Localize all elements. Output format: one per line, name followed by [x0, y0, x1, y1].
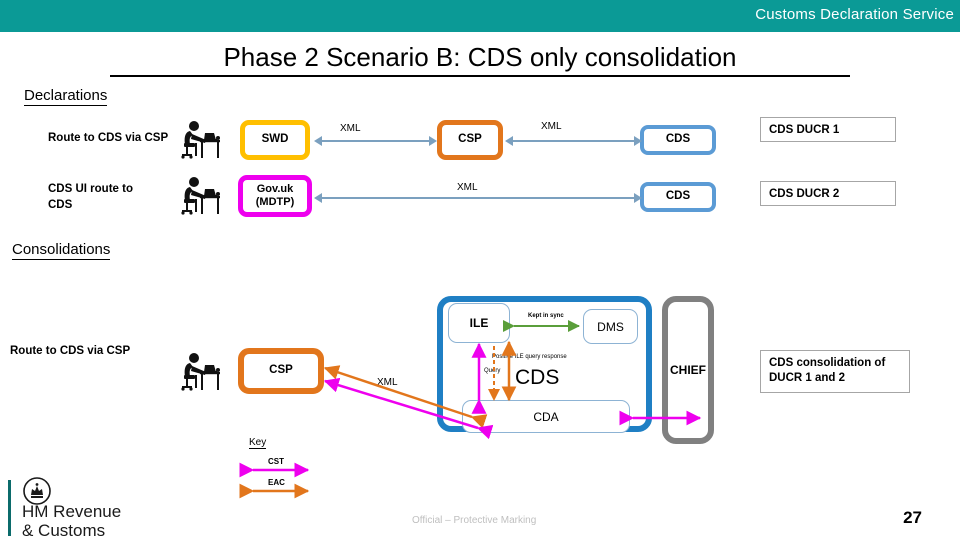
node-cds-row1[interactable]: CDS [640, 125, 716, 155]
node-cds-row2[interactable]: CDS [640, 182, 716, 212]
header-band: Customs Declaration Service [0, 0, 960, 32]
person-at-desk-icon [178, 118, 224, 164]
node-govuk-line2: (MDTP) [255, 196, 295, 208]
page-number: 27 [903, 508, 922, 527]
slide-canvas: Customs Declaration Service Phase 2 Scen… [0, 0, 960, 540]
arrowhead-left-mdtp [314, 193, 322, 203]
row-label-consolidation-route: Route to CDS via CSP [10, 345, 131, 357]
node-csp-label: CSP [458, 133, 482, 146]
key-label-eac: EAC [268, 478, 285, 487]
node-ile[interactable]: ILE [448, 303, 510, 343]
arrowhead-right-csp [429, 136, 437, 146]
node-csp-declarations[interactable]: CSP [437, 120, 503, 160]
person-at-desk-icon [178, 174, 224, 220]
cds-container-label: CDS [515, 366, 560, 389]
protective-marking: Official – Protective Marking [412, 515, 537, 526]
connector-csp-cds [512, 140, 640, 142]
node-swd[interactable]: SWD [240, 120, 310, 160]
service-title: Customs Declaration Service [755, 6, 954, 23]
section-heading-consolidations: Consolidations [12, 241, 111, 260]
node-chief[interactable]: CHIEF [662, 296, 714, 444]
node-dms[interactable]: DMS [583, 309, 638, 344]
node-chief-label: CHIEF [670, 363, 706, 377]
hmrc-line1: HM Revenue [22, 502, 122, 521]
callout-line1: CDS consolidation of [769, 357, 886, 369]
callout-line2: DUCR 1 and 2 [769, 371, 846, 384]
connector-swd-csp [322, 140, 432, 142]
arrowhead-right-cds1 [634, 136, 642, 146]
node-cda[interactable]: CDA [462, 400, 630, 433]
connector-label-xml-1: XML [340, 123, 361, 134]
hmrc-org-name: HM Revenue & Customs [22, 502, 121, 540]
node-csp-consolidation[interactable]: CSP [238, 348, 324, 394]
person-at-desk-icon [178, 350, 224, 396]
node-govuk-mdtp-label: Gov.uk (MDTP) [256, 183, 295, 209]
section-heading-declarations: Declarations [24, 87, 108, 106]
node-govuk-line1: Gov.uk [256, 182, 294, 195]
page-title: Phase 2 Scenario B: CDS only consolidati… [110, 42, 850, 77]
node-ile-label: ILE [469, 316, 489, 330]
node-cda-label: CDA [533, 409, 559, 424]
arrowhead-right-cds2 [634, 193, 642, 203]
label-positive-ile-query-response: Positive ILE query response [492, 354, 567, 360]
key-label-cst: CST [268, 457, 284, 466]
callout-cds-ducr-1: CDS DUCR 1 [760, 117, 896, 142]
node-cds-row1-label: CDS [665, 133, 691, 146]
arrowhead-left-swd [314, 136, 322, 146]
connector-label-xml-consolidation: XML [377, 377, 398, 388]
row-label-cds-ui-route-to-cds: CDS UI route to CDS [48, 183, 133, 211]
node-csp-consolidation-label: CSP [269, 364, 293, 377]
label-kept-in-sync: Kept in sync [528, 313, 564, 319]
connector-label-xml-3: XML [457, 182, 478, 193]
callout-cds-consolidation: CDS consolidation of DUCR 1 and 2 [760, 350, 910, 393]
row-label-route-to-cds-via-csp: Route to CDS via CSP [48, 132, 169, 144]
hmrc-accent-bar [8, 480, 11, 536]
node-swd-label: SWD [261, 133, 289, 146]
node-dms-label: DMS [597, 319, 624, 334]
connector-label-xml-2: XML [541, 121, 562, 132]
hmrc-logo: HM Revenue & Customs [8, 477, 188, 540]
key-title: Key [249, 437, 267, 449]
node-cds-row2-label: CDS [665, 190, 691, 203]
connector-mdtp-cds [322, 197, 640, 199]
arrowhead-left-csp [505, 136, 513, 146]
arrows-overlay [239, 320, 702, 499]
callout-cds-ducr-2: CDS DUCR 2 [760, 181, 896, 206]
label-query: Query [484, 368, 501, 374]
hmrc-line2: & Customs [22, 521, 106, 540]
node-govuk-mdtp[interactable]: Gov.uk (MDTP) [238, 175, 312, 217]
